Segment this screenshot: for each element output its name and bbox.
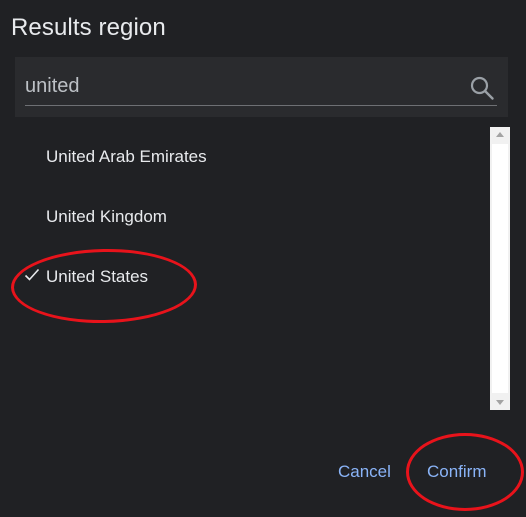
scrollbar-thumb[interactable] <box>492 144 508 393</box>
checkmark-icon <box>24 268 40 281</box>
cancel-button[interactable]: Cancel <box>338 452 398 492</box>
list-item-label: United Kingdom <box>46 207 167 226</box>
list-item-label: United Arab Emirates <box>46 147 207 166</box>
search-input[interactable] <box>25 69 457 103</box>
list-item-united-arab-emirates[interactable]: United Arab Emirates <box>15 127 489 187</box>
confirm-button[interactable]: Confirm <box>427 452 497 492</box>
dialog-title: Results region <box>11 14 166 41</box>
scroll-up-arrow-icon[interactable] <box>490 127 510 143</box>
list-item-united-kingdom[interactable]: United Kingdom <box>15 187 489 247</box>
search-box <box>15 57 508 117</box>
scroll-down-arrow-icon[interactable] <box>490 394 510 410</box>
region-list: United Arab Emirates United Kingdom Unit… <box>15 127 489 410</box>
search-underline <box>25 105 497 106</box>
search-icon[interactable] <box>469 75 495 101</box>
list-item-label: United States <box>46 267 149 286</box>
list-scrollbar[interactable] <box>490 127 510 410</box>
list-item-united-states[interactable]: United States <box>15 247 489 307</box>
results-region-dialog: Results region United Arab Emirates Unit… <box>0 0 526 517</box>
